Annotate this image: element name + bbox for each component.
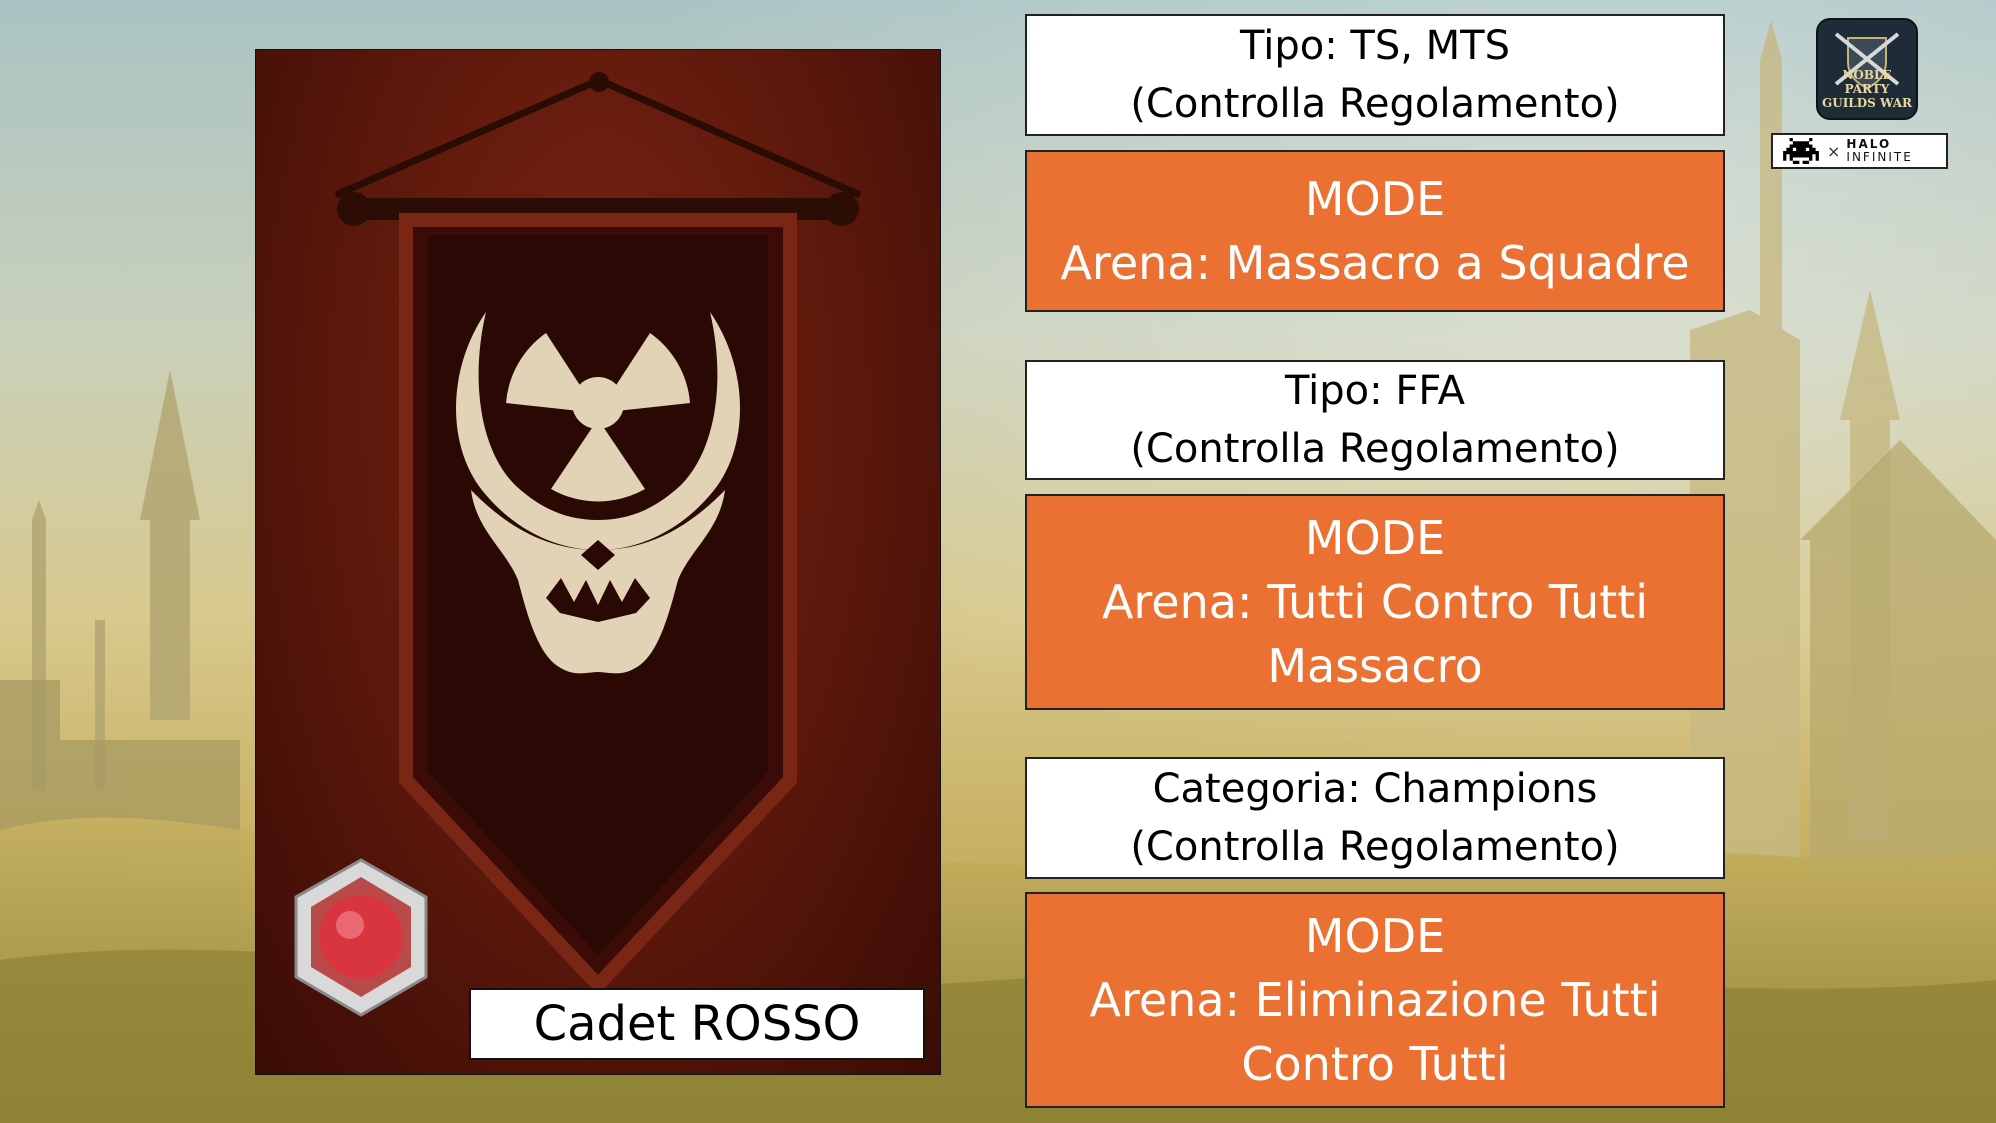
mode-3-info-box: Categoria: Champions (Controlla Regolame… [1025, 757, 1725, 879]
hanging-rope [334, 76, 862, 199]
guild-logo-line-2: GUILDS WAR [1821, 96, 1912, 110]
mode-3-arena-box: MODE Arena: Eliminazione Tutti Contro Tu… [1025, 892, 1725, 1108]
halo-brand-bottom: INFINITE [1846, 150, 1913, 164]
mode-2-arena-box: MODE Arena: Tutti Contro Tutti Massacro [1025, 494, 1725, 710]
mode-1-info-box: Tipo: TS, MTS (Controlla Regolamento) [1025, 14, 1725, 136]
mode-2-arena-cont: Massacro [1267, 639, 1483, 693]
mode-3-arena-cont: Contro Tutti [1241, 1037, 1509, 1091]
mode-3-category: Categoria: Champions [1152, 766, 1598, 812]
mode-1-arena-box: MODE Arena: Massacro a Squadre [1025, 150, 1725, 312]
mode-1-type: Tipo: TS, MTS [1240, 23, 1510, 69]
mode-2-info-box: Tipo: FFA (Controlla Regolamento) [1025, 360, 1725, 480]
mode-1-rules-note: (Controlla Regolamento) [1130, 81, 1620, 127]
mode-3-heading: MODE [1304, 909, 1446, 963]
mode-1-heading: MODE [1304, 172, 1446, 226]
mode-2-rules-note: (Controlla Regolamento) [1130, 426, 1620, 472]
mode-2-type: Tipo: FFA [1284, 368, 1466, 414]
space-invader-icon [1783, 138, 1819, 164]
team-name-label: Cadet ROSSO [469, 988, 925, 1060]
noble-party-guilds-war-logo: NOBLE PARTY GUILDS WAR [1816, 18, 1918, 120]
red-hexagon-rank-icon [294, 858, 428, 1017]
mode-2-heading: MODE [1304, 511, 1446, 565]
team-banner-panel [255, 49, 941, 1075]
mode-1-arena: Arena: Massacro a Squadre [1060, 236, 1690, 290]
mode-2-arena: Arena: Tutti Contro Tutti [1101, 575, 1649, 629]
guild-logo-line-1: NOBLE PARTY [1842, 68, 1892, 96]
mode-3-arena: Arena: Eliminazione Tutti [1089, 973, 1661, 1027]
halo-infinite-collab-logo: × HALO INFINITE [1771, 133, 1948, 169]
mode-3-rules-note: (Controlla Regolamento) [1130, 824, 1620, 870]
collab-separator: × [1827, 141, 1841, 161]
